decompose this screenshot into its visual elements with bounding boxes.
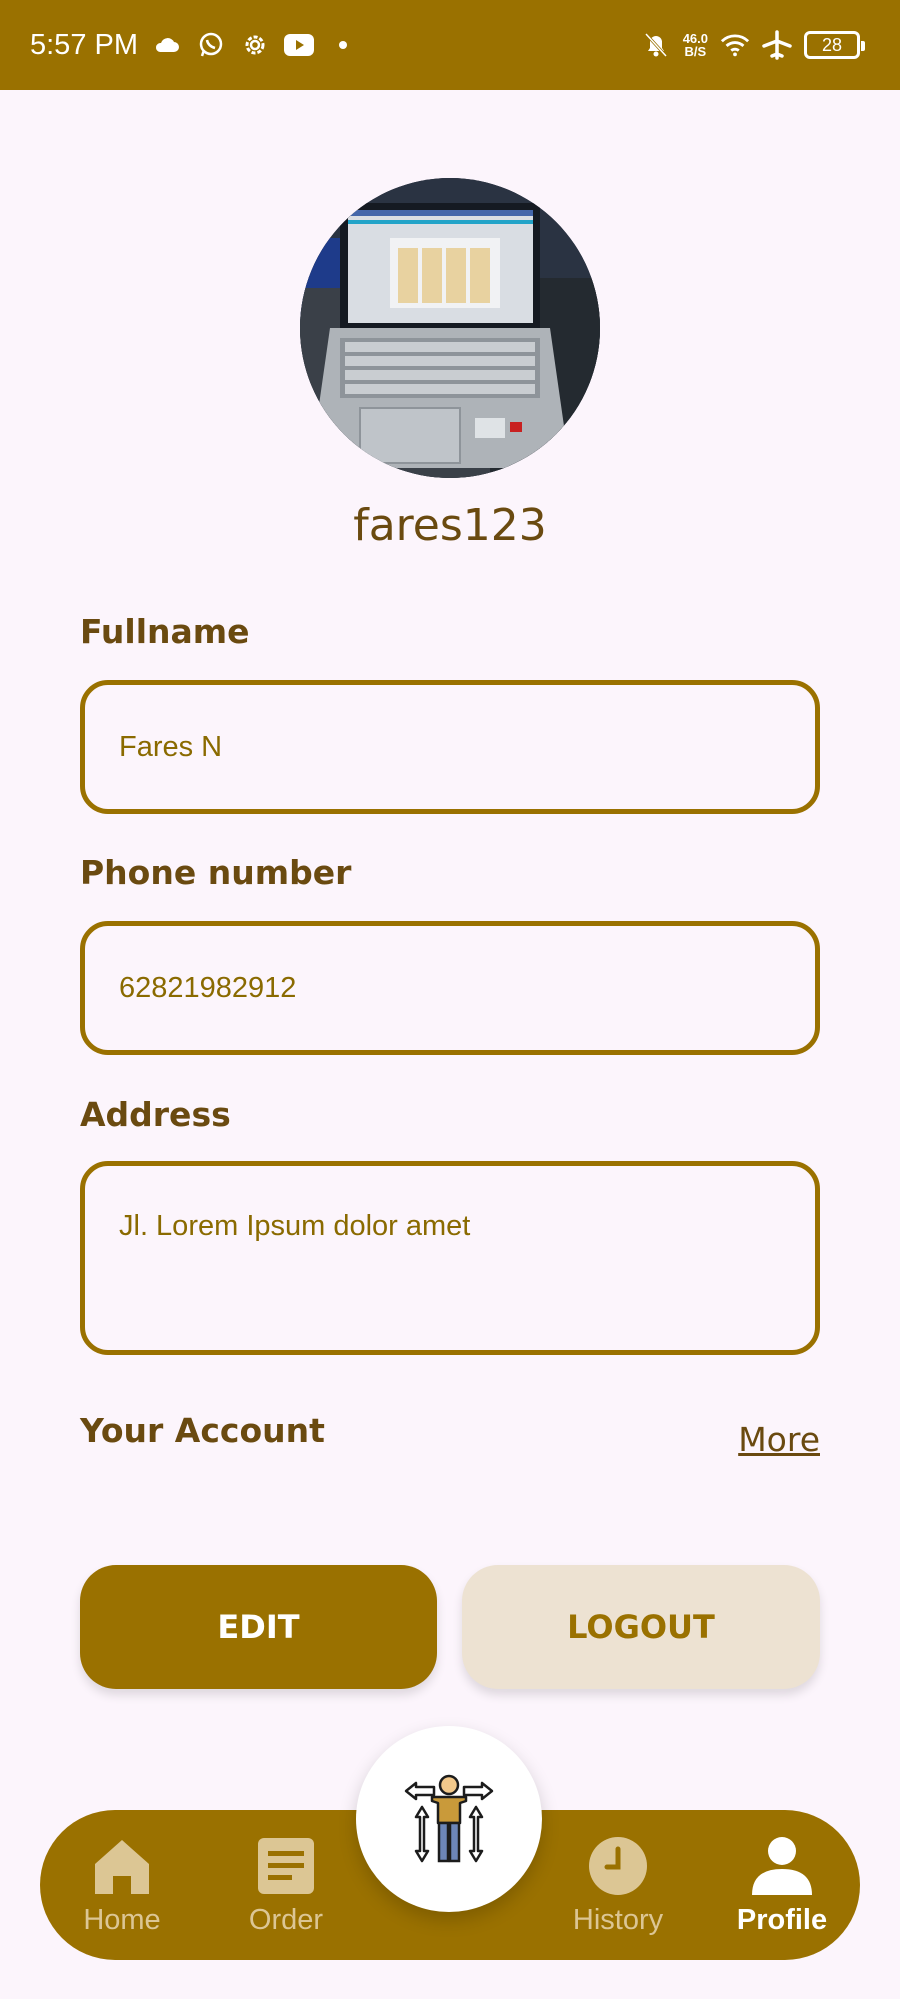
more-link[interactable]: More	[738, 1420, 820, 1459]
nav-label-order: Order	[248, 1903, 324, 1936]
phone-field[interactable]: 62821982912	[80, 921, 820, 1055]
phone-label: Phone number	[80, 853, 352, 892]
home-icon	[90, 1834, 154, 1898]
fullname-value: Fares N	[119, 730, 223, 763]
nav-label-profile: Profile	[736, 1903, 828, 1936]
battery-indicator: 28	[804, 31, 865, 59]
battery-level: 28	[821, 34, 843, 55]
nav-label-history: History	[572, 1903, 664, 1936]
status-left: 5:57 PM	[30, 29, 358, 62]
bell-muted-icon	[641, 30, 671, 60]
center-fab-button[interactable]	[356, 1726, 542, 1912]
profile-avatar[interactable]	[300, 178, 600, 478]
nav-item-order[interactable]: Order	[226, 1810, 346, 1960]
fullname-label: Fullname	[80, 612, 250, 651]
address-value: Jl. Lorem Ipsum dolor amet	[119, 1210, 471, 1242]
status-time: 5:57 PM	[30, 28, 138, 61]
dot-icon	[328, 30, 358, 60]
edit-button[interactable]: EDIT	[80, 1565, 437, 1689]
address-field[interactable]: Jl. Lorem Ipsum dolor amet	[80, 1161, 820, 1355]
profile-person-icon	[750, 1834, 814, 1898]
laptop-photo-image	[300, 178, 600, 478]
person-stretch-arrows-icon	[404, 1774, 494, 1863]
status-bar: 5:57 PM 46.0 B/S 28	[0, 0, 900, 90]
wifi-icon	[720, 30, 750, 60]
profile-username: fares123	[353, 500, 547, 551]
order-list-icon	[254, 1834, 318, 1898]
network-speed: 46.0 B/S	[683, 32, 708, 58]
logout-button[interactable]: LOGOUT	[462, 1565, 820, 1689]
nav-item-profile[interactable]: Profile	[722, 1810, 842, 1960]
clock-icon	[586, 1834, 650, 1898]
status-right: 46.0 B/S 28	[641, 30, 865, 60]
nav-item-history[interactable]: History	[558, 1810, 678, 1960]
settings-gear-icon	[240, 30, 270, 60]
youtube-icon	[284, 30, 314, 60]
fullname-field[interactable]: Fares N	[80, 680, 820, 814]
net-speed-unit: B/S	[684, 44, 707, 59]
your-account-title: Your Account	[80, 1411, 325, 1450]
cloud-icon	[152, 30, 182, 60]
whatsapp-icon	[196, 30, 226, 60]
phone-value: 62821982912	[119, 971, 297, 1004]
address-label: Address	[80, 1095, 231, 1134]
nav-item-home[interactable]: Home	[62, 1810, 182, 1960]
airplane-icon	[762, 30, 792, 60]
nav-label-home: Home	[83, 1903, 161, 1936]
